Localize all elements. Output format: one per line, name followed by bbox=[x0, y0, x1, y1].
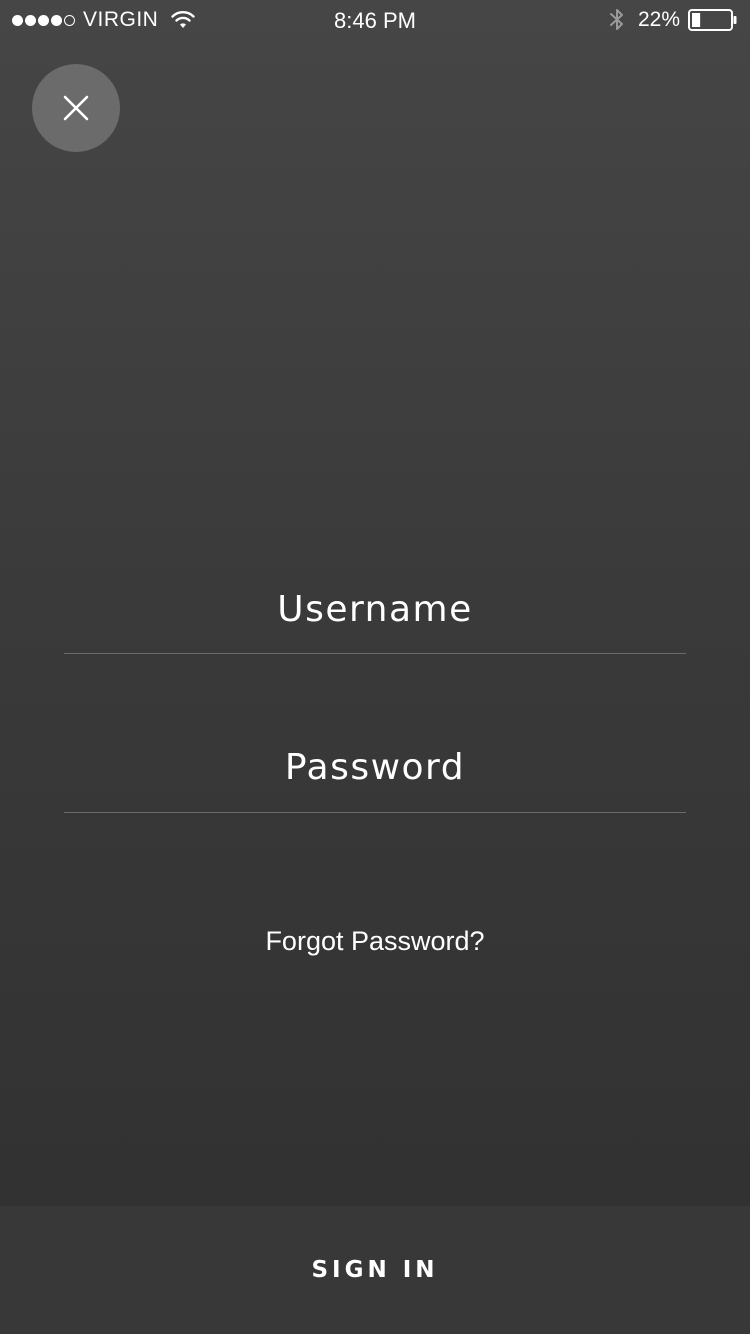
status-right: 22% bbox=[608, 7, 738, 33]
password-input[interactable] bbox=[64, 736, 686, 812]
battery-icon bbox=[688, 9, 738, 31]
password-field-container bbox=[64, 736, 686, 813]
username-field-container bbox=[64, 580, 686, 654]
close-button[interactable] bbox=[32, 64, 120, 152]
sign-in-label: SIGN IN bbox=[311, 1257, 439, 1283]
status-bar: VIRGIN 8:46 PM 22% bbox=[0, 0, 750, 40]
sign-in-button[interactable]: SIGN IN bbox=[0, 1206, 750, 1334]
bluetooth-icon bbox=[608, 7, 626, 33]
close-icon bbox=[62, 94, 90, 122]
username-input[interactable] bbox=[64, 580, 686, 653]
forgot-password-link[interactable]: Forgot Password? bbox=[0, 926, 750, 957]
battery-percentage: 22% bbox=[637, 8, 680, 31]
